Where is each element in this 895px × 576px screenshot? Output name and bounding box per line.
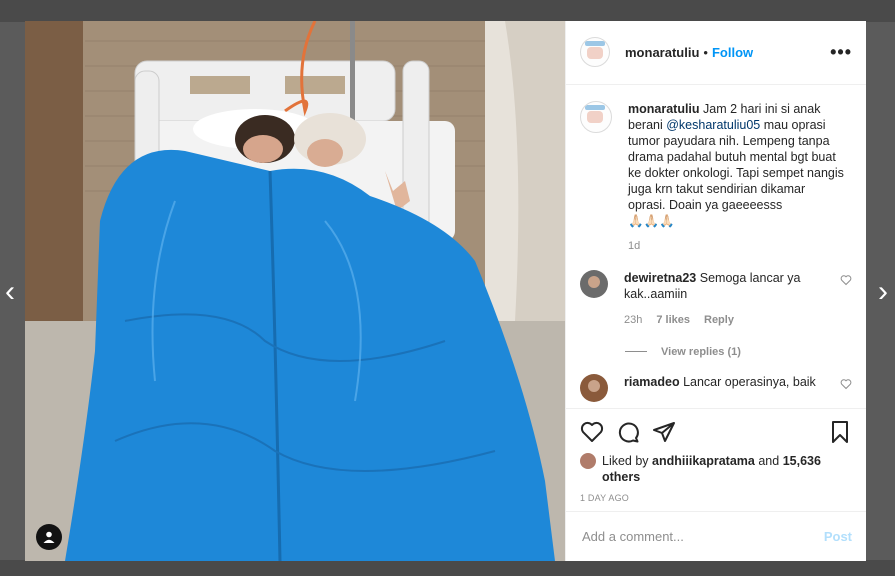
comment-time[interactable]: 23h (624, 312, 642, 328)
backdrop-bottom (0, 560, 895, 576)
post-header: monaratuliu • Follow ••• (566, 21, 866, 85)
post-photo[interactable] (25, 21, 565, 561)
post-sidebar: monaratuliu • Follow ••• monaratuliu Jam… (565, 21, 866, 561)
heart-icon[interactable] (840, 274, 852, 286)
more-options-icon[interactable]: ••• (830, 42, 852, 63)
chevron-right-icon[interactable]: › (873, 277, 893, 307)
chevron-left-icon[interactable]: ‹ (0, 277, 20, 307)
view-replies-label: View replies (1) (661, 345, 741, 358)
likes-user[interactable]: andhiiikapratama (652, 454, 755, 468)
comment-username[interactable]: dewiretna23 (624, 271, 696, 285)
likes-text: Liked by andhiiikapratama and 15,636 oth… (602, 453, 852, 485)
heart-icon[interactable] (840, 378, 852, 390)
hospital-bed-photo (25, 21, 565, 561)
comment-body: dewiretna23 Semoga lancar ya kak..aamiin… (624, 270, 824, 328)
likes-conjunction: and (758, 454, 780, 469)
likes-prefix: Liked by (602, 454, 649, 469)
avatar[interactable] (580, 453, 596, 470)
post-time[interactable]: 1 DAY AGO (580, 493, 852, 503)
view-replies-button[interactable]: View replies (1) (625, 346, 852, 358)
avatar[interactable] (580, 373, 608, 402)
comment-username[interactable]: riamadeo (624, 375, 680, 389)
heart-icon[interactable] (580, 420, 604, 444)
caption-body: monaratuliu Jam 2 hari ini si anak beran… (628, 101, 844, 254)
comment-body: riamadeo Lancar operasinya, baik (624, 374, 824, 402)
user-tag-button[interactable] (36, 524, 62, 550)
post-modal: monaratuliu • Follow ••• monaratuliu Jam… (25, 21, 866, 561)
comment-text: Lancar operasinya, baik (683, 374, 816, 389)
comment-input[interactable] (580, 528, 824, 546)
actions-section: Liked by andhiiikapratama and 15,636 oth… (566, 408, 866, 511)
follow-button[interactable]: Follow (712, 45, 753, 60)
separator-dot: • (703, 44, 708, 60)
comment: dewiretna23 Semoga lancar ya kak..aamiin… (580, 269, 852, 328)
reply-button[interactable]: Reply (704, 312, 734, 328)
caption-username[interactable]: monaratuliu (628, 102, 700, 116)
comment-likes[interactable]: 7 likes (656, 312, 690, 328)
likes-summary: Liked by andhiiikapratama and 15,636 oth… (580, 453, 852, 485)
comments-list[interactable]: monaratuliu Jam 2 hari ini si anak beran… (566, 85, 866, 409)
caption-emoji: 🙏🏻🙏🏻🙏🏻 (628, 213, 675, 228)
comment-icon[interactable] (616, 420, 640, 444)
share-icon[interactable] (652, 420, 676, 444)
caption-mention[interactable]: @kesharatuliu05 (666, 118, 760, 132)
avatar[interactable] (580, 269, 608, 298)
comment-meta: 23h 7 likes Reply (624, 312, 824, 328)
post-button[interactable]: Post (824, 529, 852, 544)
post-username[interactable]: monaratuliu (625, 45, 699, 60)
avatar[interactable] (580, 100, 612, 133)
person-icon (43, 531, 55, 543)
caption: monaratuliu Jam 2 hari ini si anak beran… (580, 100, 852, 254)
avatar[interactable] (580, 37, 610, 68)
divider-line (625, 351, 647, 353)
caption-time[interactable]: 1d (628, 238, 844, 254)
backdrop-top (0, 0, 895, 22)
comment: riamadeo Lancar operasinya, baik (580, 373, 852, 402)
action-bar (580, 417, 852, 447)
bookmark-icon[interactable] (828, 420, 852, 444)
add-comment-bar: Post (566, 511, 866, 561)
